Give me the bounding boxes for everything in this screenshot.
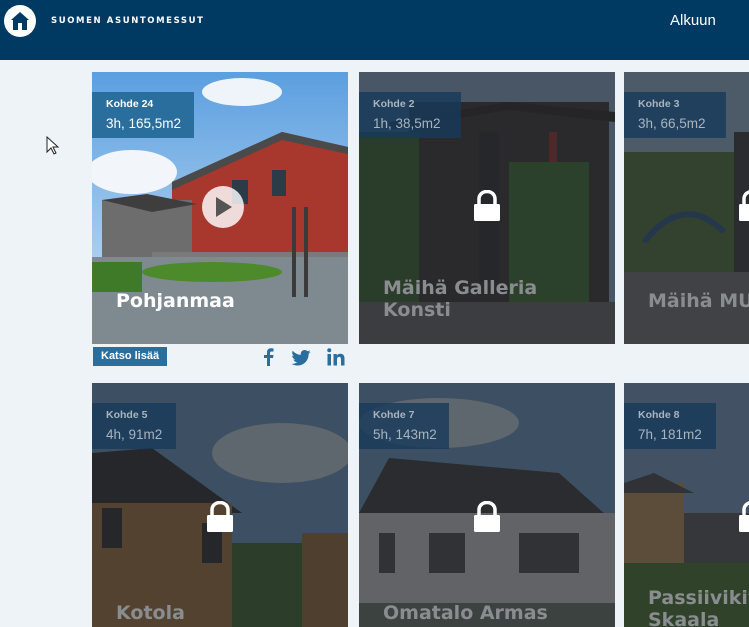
property-badge: Kohde 3 3h, 66,5m2 bbox=[624, 92, 726, 138]
lock-icon bbox=[474, 501, 500, 532]
property-badge: Kohde 5 4h, 91m2 bbox=[92, 403, 176, 449]
facebook-icon[interactable] bbox=[262, 348, 274, 366]
play-icon bbox=[216, 197, 232, 217]
left-margin bbox=[0, 60, 80, 627]
property-card-8[interactable]: Kohde 8 7h, 181m2 Passiivikiv Skaala bbox=[624, 383, 749, 627]
home-link[interactable]: Alkuun bbox=[670, 12, 716, 29]
header-bar: SUOMEN ASUNTOMESSUT Alkuun bbox=[0, 0, 749, 60]
logo-text[interactable]: SUOMEN ASUNTOMESSUT bbox=[51, 16, 205, 26]
property-card-24[interactable]: Kohde 24 3h, 165,5m2 Pohjanmaa bbox=[92, 72, 348, 344]
property-title: Mäihä Galleria Konsti bbox=[383, 277, 538, 321]
house-logo-icon[interactable] bbox=[4, 5, 36, 37]
linkedin-icon[interactable] bbox=[327, 348, 345, 366]
property-size: 3h, 66,5m2 bbox=[638, 116, 706, 131]
property-card-3[interactable]: Kohde 3 3h, 66,5m2 Mäihä MUU bbox=[624, 72, 749, 344]
twitter-icon[interactable] bbox=[291, 350, 311, 366]
play-video-button[interactable] bbox=[202, 186, 244, 228]
lock-icon bbox=[739, 190, 749, 221]
property-title: Pohjanmaa bbox=[116, 290, 235, 312]
property-card-2[interactable]: Kohde 2 1h, 38,5m2 Mäihä Galleria Konsti bbox=[359, 72, 615, 344]
property-number: Kohde 3 bbox=[638, 98, 680, 110]
see-more-button[interactable]: Katso lisää bbox=[93, 347, 168, 366]
property-card-7[interactable]: Kohde 7 5h, 143m2 Omatalo Armas bbox=[359, 383, 615, 627]
lock-icon bbox=[739, 501, 749, 532]
property-title: Kotola bbox=[116, 602, 185, 624]
property-size: 1h, 38,5m2 bbox=[373, 116, 441, 131]
property-number: Kohde 2 bbox=[373, 98, 415, 110]
property-size: 4h, 91m2 bbox=[106, 427, 163, 442]
property-number: Kohde 5 bbox=[106, 409, 148, 421]
property-size: 7h, 181m2 bbox=[638, 427, 702, 442]
property-badge: Kohde 8 7h, 181m2 bbox=[624, 403, 716, 449]
property-card-5[interactable]: Kohde 5 4h, 91m2 Kotola bbox=[92, 383, 348, 627]
property-badge: Kohde 2 1h, 38,5m2 bbox=[359, 92, 461, 138]
property-title: Passiivikiv Skaala bbox=[648, 587, 749, 627]
property-size: 3h, 165,5m2 bbox=[106, 116, 182, 131]
property-number: Kohde 8 bbox=[638, 409, 680, 421]
property-title: Mäihä MUU bbox=[648, 290, 749, 312]
property-size: 5h, 143m2 bbox=[373, 427, 437, 442]
property-number: Kohde 24 bbox=[106, 98, 154, 110]
property-title: Omatalo Armas bbox=[383, 602, 548, 624]
mouse-cursor-icon bbox=[46, 136, 60, 155]
lock-icon bbox=[207, 501, 233, 532]
property-number: Kohde 7 bbox=[373, 409, 415, 421]
property-badge: Kohde 24 3h, 165,5m2 bbox=[92, 92, 194, 138]
property-badge: Kohde 7 5h, 143m2 bbox=[359, 403, 449, 449]
lock-icon bbox=[474, 190, 500, 221]
